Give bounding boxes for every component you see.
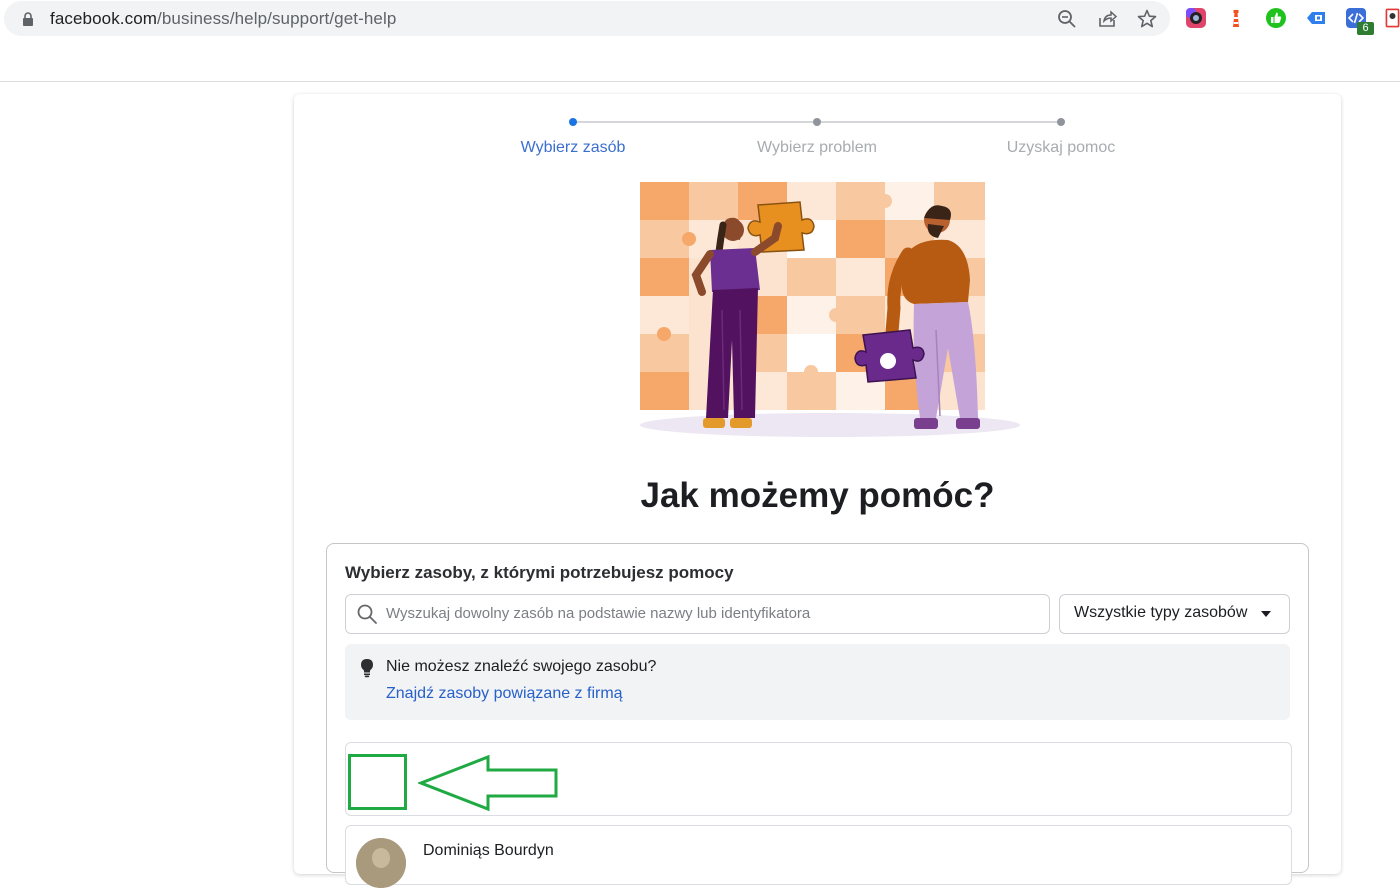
address-bar[interactable]: facebook.com/business/help/support/get-h…: [4, 1, 1170, 36]
extension-badge: 6: [1357, 22, 1374, 35]
page-title: Jak możemy pomóc?: [640, 476, 995, 515]
zoom-icon[interactable]: [1056, 8, 1078, 30]
extension-lighthouse-icon[interactable]: [1225, 7, 1247, 29]
url-host: facebook.com: [50, 9, 158, 28]
avatar-image: [356, 838, 406, 888]
lightbulb-icon: [361, 659, 373, 678]
puzzle-illustration: [640, 182, 1020, 437]
help-tip-box: [345, 644, 1290, 720]
step-dot-3: [1057, 118, 1065, 126]
search-placeholder: Wyszukaj dowolny zasób na podstawie nazw…: [386, 605, 811, 622]
caret-down-icon: [1261, 611, 1271, 617]
share-icon[interactable]: [1096, 8, 1118, 30]
step-label-choose-problem: Wybierz problem: [757, 139, 877, 156]
find-business-resources-link[interactable]: Znajdź zasoby powiązane z firmą: [386, 685, 623, 703]
step-dot-2: [813, 118, 821, 126]
avatar: [356, 838, 406, 888]
url-path: /business/help/support/get-help: [157, 9, 397, 28]
resource-type-label: Wszystkie typy zasobów: [1074, 604, 1248, 621]
lock-icon[interactable]: [20, 11, 36, 27]
extension-avatar-icon[interactable]: [1385, 7, 1400, 29]
annotation-highlight-box: [348, 754, 407, 810]
step-dot-1: [569, 118, 577, 126]
panel-title: Wybierz zasoby, z którymi potrzebujesz p…: [345, 563, 734, 582]
annotation-arrow-icon: [418, 754, 558, 812]
step-label-choose-resource: Wybierz zasób: [520, 139, 626, 156]
search-icon: [357, 604, 377, 624]
toolbar-divider: [0, 81, 1400, 82]
extension-camera-icon[interactable]: [1185, 7, 1207, 29]
url-text[interactable]: facebook.com/business/help/support/get-h…: [50, 9, 396, 29]
extension-reader-icon[interactable]: [1305, 7, 1327, 29]
resource-name: Dominiąs Bourdyn: [423, 842, 554, 859]
extension-thumbs-up-icon[interactable]: [1265, 7, 1287, 29]
browser-toolbar: facebook.com/business/help/support/get-h…: [0, 0, 1400, 40]
step-label-get-help: Uzyskaj pomoc: [1006, 139, 1116, 156]
bookmark-star-icon[interactable]: [1136, 8, 1158, 30]
tip-text: Nie możesz znaleźć swojego zasobu?: [386, 658, 657, 675]
